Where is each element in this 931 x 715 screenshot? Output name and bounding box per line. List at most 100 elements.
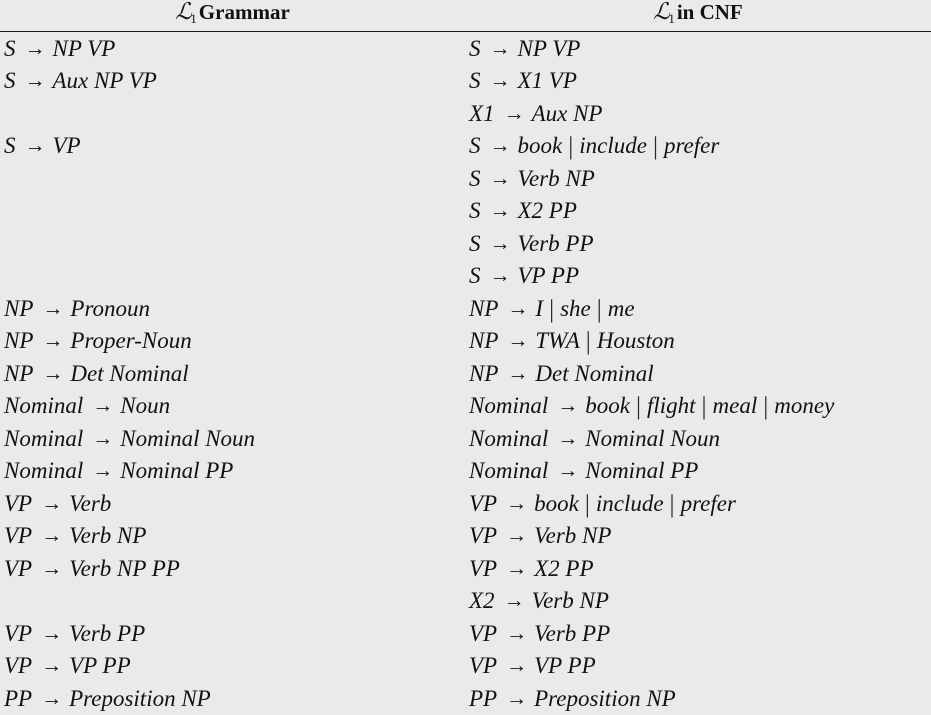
rule-lhs: S	[469, 230, 481, 256]
rule-rhs: I	[535, 295, 544, 321]
alternation-separator: |	[585, 328, 591, 356]
rightwards-arrow-icon: →	[41, 685, 63, 710]
rule-rhs: Verb NP	[517, 165, 595, 191]
rule-rhs: book	[517, 133, 563, 159]
rule-lhs: VP	[4, 653, 33, 679]
rule-cell-right: Nominal → Nominal Noun	[465, 422, 931, 455]
rule-rhs: Verb PP	[517, 230, 594, 256]
rule-cell-left: Nominal → Noun	[0, 390, 465, 423]
rule-cell-right: S → book | include | prefer	[465, 130, 931, 163]
production-rule: NP → Proper-Noun	[0, 329, 192, 352]
rightwards-arrow-icon: →	[41, 490, 63, 515]
rule-cell-left: Nominal → Nominal PP	[0, 455, 465, 488]
rightwards-arrow-icon: →	[92, 458, 114, 483]
rightwards-arrow-icon: →	[506, 555, 528, 580]
rule-cell-left: VP → Verb PP	[0, 617, 465, 650]
rule-lhs: Nominal	[469, 458, 549, 484]
rightwards-arrow-icon: →	[489, 230, 511, 255]
rule-cell-left: PP → Preposition NP	[0, 682, 465, 715]
table-row: VP → Verb VP → book | include | prefer	[0, 487, 931, 520]
table-row: Nominal → Noun Nominal → book | flight | meal | mon…	[0, 390, 931, 423]
rule-lhs: S	[469, 198, 481, 224]
rightwards-arrow-icon: →	[506, 523, 528, 548]
rule-lhs: VP	[469, 653, 498, 679]
rule-cell-left: NP → Proper-Noun	[0, 325, 465, 358]
rule-rhs: include	[579, 133, 647, 159]
table-row: S → NP VP S → NP VP	[0, 32, 931, 65]
rule-rhs: Det Nominal	[70, 360, 189, 386]
rightwards-arrow-icon: →	[42, 360, 64, 385]
rule-rhs: Verb NP	[69, 523, 147, 549]
production-rule: X2 → Verb NP	[465, 589, 609, 612]
rule-cell-left: VP → VP PP	[0, 650, 465, 683]
rule-cell-right: S → X1 VP	[465, 65, 931, 98]
production-rule: Nominal → Nominal PP	[0, 459, 233, 482]
table-row: VP → Verb NP PP VP → X2 PP	[0, 552, 931, 585]
rule-cell-right: X1 → Aux NP	[465, 97, 931, 130]
rule-cell-right: NP → I | she | me	[465, 292, 931, 325]
table-row: NP → Pronoun NP → I | she | me	[0, 292, 931, 325]
rule-rhs: Noun	[120, 393, 171, 419]
rule-lhs: PP	[469, 685, 498, 711]
production-rule: VP → Verb PP	[0, 622, 145, 645]
table-row: S → Verb NP	[0, 162, 931, 195]
rule-lhs: Nominal	[4, 393, 84, 419]
production-rule: NP → TWA | Houston	[465, 328, 675, 356]
rule-rhs: VP PP	[69, 653, 131, 679]
production-rule: VP → Verb PP	[465, 622, 610, 645]
rule-lhs: NP	[469, 328, 499, 354]
production-rule: Nominal → Nominal Noun	[465, 427, 720, 450]
alternation-separator: |	[568, 133, 574, 161]
production-rule: Nominal → Noun	[0, 394, 170, 417]
production-rule: NP → Det Nominal	[0, 362, 189, 385]
rule-cell-right: VP → Verb NP	[465, 520, 931, 553]
rule-rhs: Pronoun	[70, 295, 151, 321]
rightwards-arrow-icon: →	[92, 393, 114, 418]
production-rule: VP → Verb NP	[465, 524, 611, 547]
rightwards-arrow-icon: →	[557, 393, 579, 418]
rule-rhs: Nominal Noun	[585, 425, 721, 451]
rule-cell-left: VP → Verb	[0, 487, 465, 520]
rightwards-arrow-icon: →	[489, 133, 511, 158]
rule-rhs: book	[585, 393, 630, 419]
rule-lhs: S	[469, 263, 481, 289]
rule-cell-left: VP → Verb NP	[0, 520, 465, 553]
rule-lhs: S	[469, 35, 481, 61]
rightwards-arrow-icon: →	[506, 653, 528, 678]
production-rule: S → X1 VP	[465, 69, 577, 92]
production-rule: Nominal → Nominal PP	[465, 459, 698, 482]
production-rule: S → NP VP	[0, 37, 115, 60]
rightwards-arrow-icon: →	[489, 198, 511, 223]
rule-cell-left	[0, 260, 465, 293]
table-row: S → VP PP	[0, 260, 931, 293]
rightwards-arrow-icon: →	[92, 425, 114, 450]
rule-cell-left: VP → Verb NP PP	[0, 552, 465, 585]
rule-rhs: Nominal PP	[120, 458, 234, 484]
column-header-left-subscript: 1	[190, 10, 197, 26]
table-row: S → VP S → book | include | prefer	[0, 130, 931, 163]
rule-lhs: S	[4, 68, 16, 94]
table-header-row: ℒ1Grammar ℒ1in CNF	[0, 0, 931, 31]
rightwards-arrow-icon: →	[24, 68, 46, 93]
production-rule: VP → Verb	[0, 492, 111, 515]
rule-rhs: me	[607, 295, 635, 321]
rule-lhs: NP	[4, 328, 34, 354]
rightwards-arrow-icon: →	[42, 295, 64, 320]
rightwards-arrow-icon: →	[507, 360, 529, 385]
table-row: S → Aux NP VP S → X1 VP	[0, 65, 931, 98]
alternation-separator: |	[763, 393, 769, 421]
rule-rhs: prefer	[663, 133, 720, 159]
rule-cell-right: S → NP VP	[465, 32, 931, 65]
rule-cell-left: Nominal → Nominal Noun	[0, 422, 465, 455]
rightwards-arrow-icon: →	[557, 458, 579, 483]
alternation-separator: |	[669, 490, 675, 518]
rule-cell-right: Nominal → Nominal PP	[465, 455, 931, 488]
column-header-right-subscript: 1	[668, 10, 675, 26]
rule-lhs: S	[4, 133, 16, 159]
rule-cell-left: S → NP VP	[0, 32, 465, 65]
rightwards-arrow-icon: →	[41, 653, 63, 678]
rightwards-arrow-icon: →	[503, 588, 525, 613]
alternation-separator: |	[701, 393, 707, 421]
rule-cell-left: S → VP	[0, 130, 465, 163]
rule-lhs: VP	[4, 490, 33, 516]
